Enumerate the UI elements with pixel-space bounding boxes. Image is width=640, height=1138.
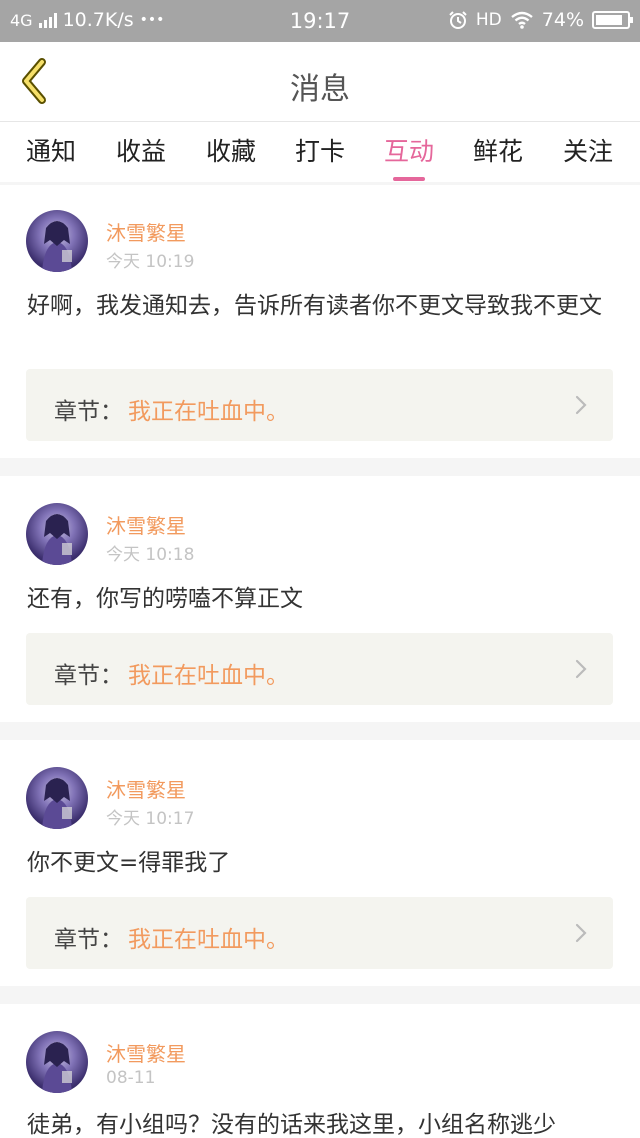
username[interactable]: 沐雪繁星 <box>106 774 186 803</box>
chapter-label: 章节： <box>54 927 123 953</box>
chapter-title: 我正在吐血中。 <box>128 399 289 425</box>
message-card: 沐雪繁星 今天 10:17 你不更文=得罪我了 章节： 我正在吐血中。 <box>0 740 640 986</box>
tab-favorites[interactable]: 收藏 <box>191 132 271 168</box>
battery-icon <box>592 11 633 29</box>
message-time: 08-11 <box>106 1068 156 1088</box>
chevron-right-icon <box>575 395 587 415</box>
username[interactable]: 沐雪繁星 <box>106 1038 186 1067</box>
battery-percent: 74% <box>541 9 584 31</box>
chapter-link[interactable]: 章节： 我正在吐血中。 <box>26 897 613 969</box>
status-bar: 4G 10.7K/s ••• 19:17 HD 74% <box>0 0 640 42</box>
page-title: 消息 <box>290 72 350 107</box>
chevron-right-icon <box>575 923 587 943</box>
username[interactable]: 沐雪繁星 <box>106 217 186 246</box>
message-card: 沐雪繁星 08-11 徒弟，有小组吗？没有的话来我这里，小组名称逃少 <box>0 1004 640 1138</box>
message-text: 你不更文=得罪我了 <box>27 850 231 876</box>
tab-checkin[interactable]: 打卡 <box>280 132 360 168</box>
chapter-link[interactable]: 章节： 我正在吐血中。 <box>26 369 613 441</box>
message-time: 今天 10:19 <box>106 252 195 272</box>
tab-interaction[interactable]: 互动 <box>369 132 449 181</box>
avatar[interactable] <box>26 503 88 565</box>
avatar[interactable] <box>26 1031 88 1093</box>
chapter-label: 章节： <box>54 399 123 425</box>
message-card: 沐雪繁星 今天 10:18 还有，你写的唠嗑不算正文 章节： 我正在吐血中。 <box>0 476 640 722</box>
message-text: 还有，你写的唠嗑不算正文 <box>27 586 303 612</box>
message-time: 今天 10:17 <box>106 809 195 829</box>
avatar[interactable] <box>26 767 88 829</box>
chapter-title: 我正在吐血中。 <box>128 663 289 689</box>
tab-following[interactable]: 关注 <box>548 132 628 168</box>
avatar[interactable] <box>26 210 88 272</box>
chevron-right-icon <box>575 659 587 679</box>
header: 消息 <box>0 42 640 122</box>
message-time: 今天 10:18 <box>106 545 195 565</box>
tab-notifications[interactable]: 通知 <box>11 132 91 168</box>
message-text: 好啊，我发通知去，告诉所有读者你不更文导致我不更文 <box>27 293 602 319</box>
tab-bar: 通知 收益 收藏 打卡 互动 鲜花 关注 <box>0 122 640 182</box>
message-text: 徒弟，有小组吗？没有的话来我这里，小组名称逃少 <box>27 1112 556 1138</box>
alarm-icon <box>449 11 467 29</box>
status-right: HD 74% <box>448 9 633 31</box>
hd-indicator: HD <box>475 10 502 30</box>
message-card: 沐雪繁星 今天 10:19 好啊，我发通知去，告诉所有读者你不更文导致我不更文 … <box>0 185 640 458</box>
username[interactable]: 沐雪繁星 <box>106 510 186 539</box>
chapter-title: 我正在吐血中。 <box>128 927 289 953</box>
chapter-link[interactable]: 章节： 我正在吐血中。 <box>26 633 613 705</box>
chapter-label: 章节： <box>54 663 123 689</box>
tab-earnings[interactable]: 收益 <box>101 132 181 168</box>
wifi-icon <box>511 11 533 29</box>
tab-flowers[interactable]: 鲜花 <box>458 132 538 168</box>
